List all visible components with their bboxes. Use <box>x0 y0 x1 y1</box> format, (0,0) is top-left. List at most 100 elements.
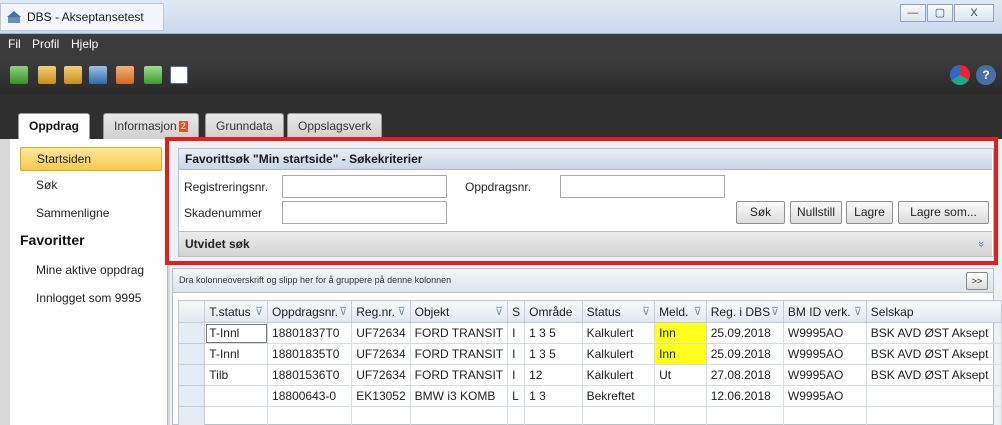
table-cell: BSK AVD ØST Aksept <box>865 364 1002 386</box>
row-selector[interactable] <box>177 406 206 425</box>
sidebar-item-mine-aktive-oppdrag[interactable]: Mine aktive oppdrag <box>20 263 162 277</box>
filter-icon[interactable]: ⊽ <box>495 305 503 318</box>
column-header[interactable]: Reg.nr. ⊽ <box>351 300 411 323</box>
column-header[interactable]: Område <box>524 300 583 323</box>
table-cell: 12.06.2018 <box>705 385 784 407</box>
registreringsnr-input[interactable] <box>282 175 447 198</box>
table-cell <box>267 406 353 425</box>
table-cell: Inn <box>654 322 707 344</box>
info-icon[interactable] <box>38 66 56 84</box>
sidebar-item-sok[interactable]: Søk <box>20 178 162 192</box>
table-cell: T-Innl <box>204 322 269 344</box>
details-icon[interactable] <box>64 66 82 84</box>
table-cell: EK13052 <box>351 385 411 407</box>
tab-oppslagsverk[interactable]: Oppslagsverk <box>287 113 383 139</box>
more-columns-button[interactable]: >> <box>966 272 988 290</box>
table-row[interactable]: T-Innl 18801837T0 UF72634 FORD TRANSIT I 1 3 … <box>177 322 1002 344</box>
export-icon[interactable] <box>144 66 162 84</box>
advanced-search-toggle[interactable]: Utvidet søk » <box>179 231 992 256</box>
column-header[interactable]: BM ID verk. ⊽ <box>782 300 867 323</box>
skadenummer-input[interactable] <box>282 201 447 224</box>
search-button[interactable]: Søk <box>736 201 785 224</box>
sidebar-item-startsiden[interactable]: Startsiden <box>20 147 162 171</box>
menu-profil[interactable]: Profil <box>32 37 59 51</box>
reset-button[interactable]: Nullstill <box>790 201 842 224</box>
table-cell: 18801536T0 <box>267 364 353 386</box>
table-cell: W9995AO <box>782 343 867 365</box>
filter-icon[interactable]: ⊽ <box>339 305 347 318</box>
column-header[interactable]: S <box>507 300 526 323</box>
column-header[interactable]: T.status ⊽ <box>204 300 269 323</box>
tab-oppdrag[interactable]: Oppdrag <box>18 113 90 140</box>
oppdragsnr-input[interactable] <box>560 175 725 198</box>
filter-icon[interactable]: ⊽ <box>771 305 779 318</box>
table-cell: Kalkulert <box>581 322 656 344</box>
table-cell: 25.09.2018 <box>705 322 784 344</box>
table-cell: FORD TRANSIT <box>409 343 509 365</box>
sidebar-item-sammenligne[interactable]: Sammenligne <box>20 206 162 220</box>
table-cell: UF72634 <box>351 322 411 344</box>
report-icon[interactable] <box>116 66 134 84</box>
row-selector[interactable] <box>177 364 206 386</box>
tab-informasjon[interactable]: Informasjon 2 <box>103 113 199 139</box>
filter-icon[interactable]: ⊽ <box>255 305 263 318</box>
minimize-button[interactable]: — <box>900 4 926 22</box>
column-header[interactable]: Status ⊽ <box>581 300 656 323</box>
table-cell: FORD TRANSIT <box>409 322 509 344</box>
table-cell <box>705 406 784 425</box>
expand-chevron-icon[interactable]: » <box>969 241 993 247</box>
column-header[interactable]: Objekt ⊽ <box>409 300 509 323</box>
menu-hjelp[interactable]: Hjelp <box>71 37 98 51</box>
table-cell: UF72634 <box>351 364 411 386</box>
app-icon <box>7 11 21 23</box>
column-header[interactable]: Meld. ⊽ <box>654 300 707 323</box>
group-by-bar[interactable]: Dra kolonneoverskrift og slipp her for å… <box>173 269 993 293</box>
table-cell: BSK AVD ØST Aksept <box>865 343 1002 365</box>
column-header[interactable]: Oppdragsnr. ⊽ <box>267 300 353 323</box>
table-cell <box>782 406 867 425</box>
row-selector[interactable] <box>177 343 206 365</box>
menu-fil[interactable]: Fil <box>8 37 21 51</box>
table-cell: BMW i3 KOMB <box>409 385 509 407</box>
table-cell <box>351 406 411 425</box>
calculator-icon[interactable] <box>89 66 107 84</box>
filter-icon[interactable]: ⊽ <box>398 305 406 318</box>
registreringsnr-label: Registreringsnr. <box>184 180 269 194</box>
table-cell: Inn <box>654 343 707 365</box>
table-row[interactable]: T-Innl 18801835T0 UF72634 FORD TRANSIT I 1 3 … <box>177 343 1002 365</box>
help-icon[interactable]: ? <box>976 65 996 85</box>
table-cell <box>865 385 1002 407</box>
filter-icon[interactable]: ⊽ <box>642 305 650 318</box>
filter-icon[interactable]: ⊽ <box>694 305 702 318</box>
column-header[interactable]: Selskap <box>865 300 1002 323</box>
tab-label: Grunndata <box>216 119 273 133</box>
table-cell <box>581 406 656 425</box>
save-as-button[interactable]: Lagre som... <box>898 201 989 224</box>
advanced-search-label: Utvidet søk <box>185 237 250 251</box>
save-button[interactable]: Lagre <box>846 201 893 224</box>
maximize-button[interactable]: ▢ <box>927 4 953 22</box>
colors-icon[interactable] <box>950 65 970 85</box>
notification-badge: 2 <box>178 121 188 132</box>
table-cell: BSK AVD ØST Aksept <box>865 322 1002 344</box>
table-cell: 1 3 5 <box>524 322 583 344</box>
tab-label: Oppdrag <box>29 119 79 133</box>
column-header[interactable] <box>177 300 206 323</box>
results-table: T.status ⊽ Oppdragsnr. ⊽ Reg.nr. ⊽ Objekt ⊽ S Omr… <box>177 300 1002 425</box>
aa-icon[interactable] <box>170 66 188 84</box>
column-header[interactable]: Reg. i DBS ⊽ <box>705 300 784 323</box>
table-row[interactable]: 18800643-0 EK13052 BMW i3 KOMB L 1 3 Bekrefte… <box>177 385 1002 407</box>
table-cell <box>654 406 707 425</box>
new-order-icon[interactable] <box>10 66 28 84</box>
table-row[interactable]: Tilb 18801536T0 UF72634 FORD TRANSIT I 12 Kalk… <box>177 364 1002 386</box>
table-row[interactable] <box>177 406 1002 425</box>
table-cell <box>524 406 583 425</box>
tab-grunndata[interactable]: Grunndata <box>205 113 284 139</box>
row-selector[interactable] <box>177 385 206 407</box>
sidebar-item-innlogget[interactable]: Innlogget som 9995 <box>20 291 162 305</box>
row-selector[interactable] <box>177 322 206 344</box>
close-button[interactable]: X <box>954 4 994 22</box>
filter-icon[interactable]: ⊽ <box>854 305 862 318</box>
column-header-label: T.status <box>209 304 251 319</box>
minimize-icon: — <box>907 7 919 19</box>
